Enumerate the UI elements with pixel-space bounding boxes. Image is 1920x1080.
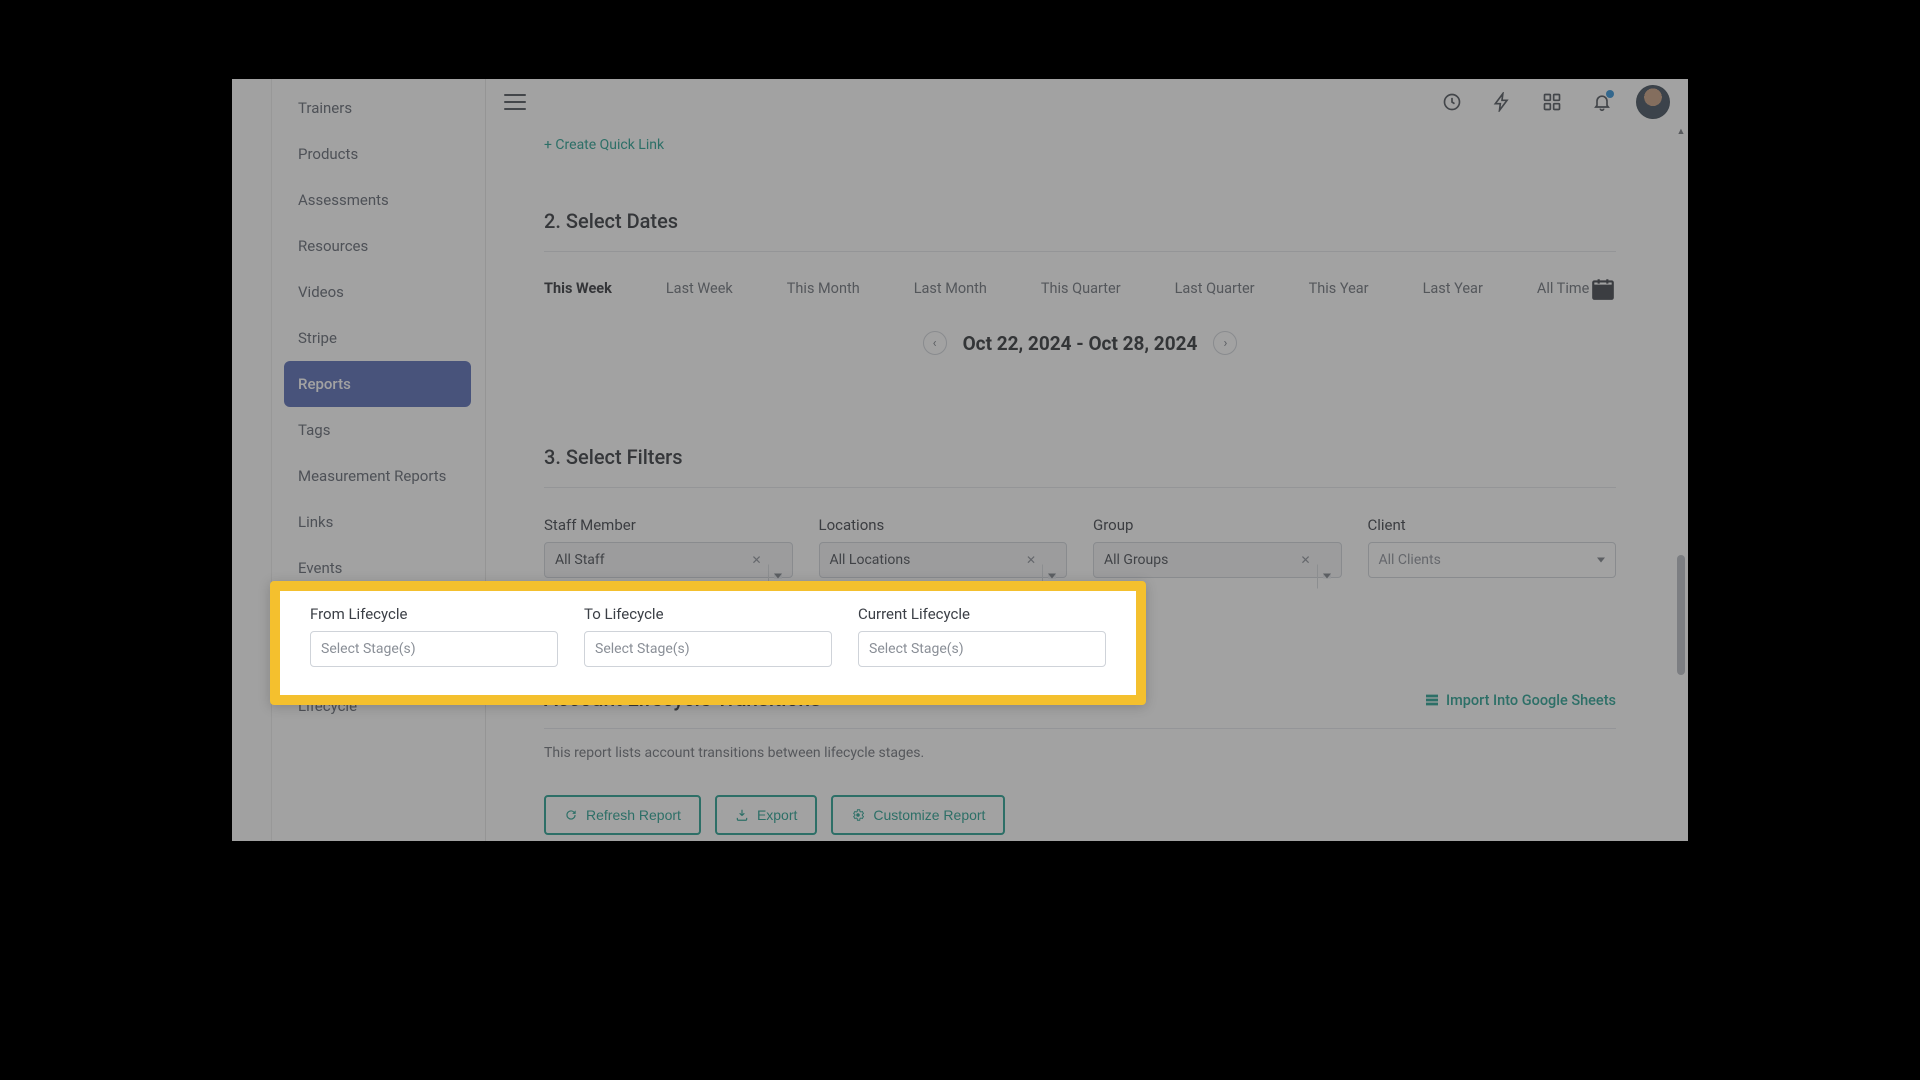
filter-group-label: Group [1093, 516, 1342, 534]
filter-client-select[interactable]: All Clients [1368, 542, 1617, 578]
app-window: TrainersProductsAssessmentsResourcesVide… [232, 79, 1688, 841]
date-preset-this-month[interactable]: This Month [787, 280, 860, 297]
filter-locations-value: All Locations [830, 552, 911, 568]
notifications-bell-icon[interactable] [1584, 84, 1620, 120]
date-preset-this-quarter[interactable]: This Quarter [1041, 280, 1121, 297]
clear-icon[interactable]: ✕ [751, 553, 761, 567]
filter-group-value: All Groups [1104, 552, 1168, 568]
sidebar-item-links[interactable]: Links [284, 499, 471, 545]
lifecycle-filters-highlight: From Lifecycle Select Stage(s) To Lifecy… [270, 581, 1146, 705]
filter-current-lifecycle-select[interactable]: Select Stage(s) [858, 631, 1106, 667]
filters-grid: Staff Member All Staff ✕ Locations All L… [544, 516, 1616, 578]
calendar-icon[interactable] [1590, 276, 1616, 302]
date-preset-last-quarter[interactable]: Last Quarter [1175, 280, 1255, 297]
filter-staff-select[interactable]: All Staff ✕ [544, 542, 793, 578]
date-next-button[interactable]: › [1213, 331, 1237, 355]
sidebar-item-products[interactable]: Products [284, 131, 471, 177]
sidebar-item-tags[interactable]: Tags [284, 407, 471, 453]
import-link-label: Import Into Google Sheets [1446, 692, 1616, 709]
export-label: Export [757, 807, 797, 823]
filter-from-lifecycle: From Lifecycle Select Stage(s) [310, 605, 558, 667]
main-content: + Create Quick Link 2. Select Dates This… [486, 125, 1674, 841]
date-preset-last-year[interactable]: Last Year [1423, 280, 1483, 297]
section-select-filters: 3. Select Filters [544, 445, 1616, 488]
sidebar-item-trainers[interactable]: Trainers [284, 85, 471, 131]
date-range-nav: ‹ Oct 22, 2024 - Oct 28, 2024 › [544, 331, 1616, 355]
export-button[interactable]: Export [715, 795, 817, 835]
customize-report-button[interactable]: Customize Report [831, 795, 1005, 835]
filter-to-lifecycle: To Lifecycle Select Stage(s) [584, 605, 832, 667]
notification-dot [1606, 90, 1614, 98]
section-select-dates: 2. Select Dates [544, 209, 1616, 252]
clear-icon[interactable]: ✕ [1026, 553, 1036, 567]
sidebar-item-reports[interactable]: Reports [284, 361, 471, 407]
date-preset-this-week[interactable]: This Week [544, 280, 612, 297]
date-preset-last-week[interactable]: Last Week [666, 280, 733, 297]
refresh-report-button[interactable]: Refresh Report [544, 795, 701, 835]
clock-icon[interactable] [1434, 84, 1470, 120]
filter-staff-value: All Staff [555, 552, 605, 568]
scroll-thumb[interactable] [1677, 555, 1685, 675]
filter-to-lifecycle-select[interactable]: Select Stage(s) [584, 631, 832, 667]
date-preset-this-year[interactable]: This Year [1309, 280, 1369, 297]
sidebar: TrainersProductsAssessmentsResourcesVide… [232, 79, 486, 841]
sidebar-item-videos[interactable]: Videos [284, 269, 471, 315]
filter-current-lifecycle: Current Lifecycle Select Stage(s) [858, 605, 1106, 667]
filter-from-lifecycle-select[interactable]: Select Stage(s) [310, 631, 558, 667]
date-presets: This Week Last Week This Month Last Month Th… [544, 280, 1616, 297]
chevron-down-icon [774, 574, 782, 579]
apps-grid-icon[interactable] [1534, 84, 1570, 120]
report-actions: Refresh Report Export Customize Report [544, 795, 1616, 835]
filter-staff-label: Staff Member [544, 516, 793, 534]
sidebar-rail [232, 79, 272, 841]
sidebar-item-measurement-reports[interactable]: Measurement Reports [284, 453, 471, 499]
filter-current-lifecycle-placeholder: Select Stage(s) [869, 641, 964, 657]
bolt-icon[interactable] [1484, 84, 1520, 120]
filter-current-lifecycle-label: Current Lifecycle [858, 605, 1106, 623]
filter-to-lifecycle-label: To Lifecycle [584, 605, 832, 623]
filter-client: Client All Clients [1368, 516, 1617, 578]
refresh-report-label: Refresh Report [586, 807, 681, 823]
filter-locations-select[interactable]: All Locations ✕ [819, 542, 1068, 578]
divider [544, 728, 1616, 729]
date-prev-button[interactable]: ‹ [923, 331, 947, 355]
filter-group: Group All Groups ✕ [1093, 516, 1342, 578]
chevron-down-icon [1597, 558, 1605, 563]
filter-client-label: Client [1368, 516, 1617, 534]
vertical-scrollbar[interactable]: ▲ [1676, 125, 1686, 839]
topbar [486, 79, 1688, 125]
menu-toggle-icon[interactable] [504, 94, 526, 110]
filter-staff: Staff Member All Staff ✕ [544, 516, 793, 578]
import-google-sheets-link[interactable]: Import Into Google Sheets [1424, 692, 1616, 709]
chevron-down-icon [1323, 574, 1331, 579]
report-description: This report lists account transitions be… [544, 745, 1616, 761]
filter-locations-label: Locations [819, 516, 1068, 534]
date-range-text: Oct 22, 2024 - Oct 28, 2024 [963, 332, 1198, 355]
filter-locations: Locations All Locations ✕ [819, 516, 1068, 578]
sidebar-item-resources[interactable]: Resources [284, 223, 471, 269]
sidebar-item-stripe[interactable]: Stripe [284, 315, 471, 361]
clear-icon[interactable]: ✕ [1300, 553, 1310, 567]
date-preset-last-month[interactable]: Last Month [914, 280, 987, 297]
customize-report-label: Customize Report [873, 807, 985, 823]
scroll-up-arrow-icon[interactable]: ▲ [1676, 125, 1686, 137]
chevron-down-icon [1048, 574, 1056, 579]
filter-from-lifecycle-label: From Lifecycle [310, 605, 558, 623]
sidebar-item-assessments[interactable]: Assessments [284, 177, 471, 223]
user-avatar[interactable] [1636, 85, 1670, 119]
create-quick-link[interactable]: + Create Quick Link [544, 137, 664, 153]
filter-group-select[interactable]: All Groups ✕ [1093, 542, 1342, 578]
filter-from-lifecycle-placeholder: Select Stage(s) [321, 641, 416, 657]
date-preset-all-time[interactable]: All Time [1537, 280, 1589, 297]
filter-client-placeholder: All Clients [1379, 552, 1441, 568]
filter-to-lifecycle-placeholder: Select Stage(s) [595, 641, 690, 657]
